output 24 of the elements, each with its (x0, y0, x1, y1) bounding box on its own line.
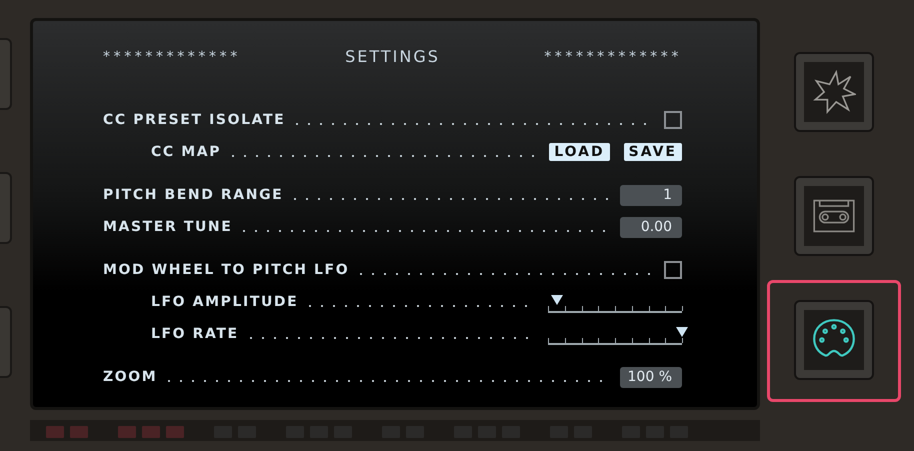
value-field[interactable]: 0.00 (620, 216, 682, 238)
setting-label: MASTER TUNE (103, 219, 232, 235)
text-button[interactable]: SAVE (624, 143, 682, 161)
setting-label: LFO AMPLITUDE (151, 294, 298, 310)
setting-label: MOD WHEEL TO PITCH LFO (103, 262, 350, 278)
value-field[interactable]: 100 % (620, 366, 682, 388)
text-button[interactable]: LOAD (549, 143, 610, 161)
checkbox[interactable] (664, 261, 682, 279)
setting-label: CC MAP (151, 144, 222, 160)
slider-thumb[interactable] (676, 327, 688, 337)
checkbox[interactable] (664, 111, 682, 129)
mode-button[interactable] (796, 178, 872, 254)
setting-label: PITCH BEND RANGE (103, 187, 284, 203)
setting-label: LFO RATE (151, 326, 239, 342)
setting-label: CC PRESET ISOLATE (103, 112, 286, 128)
settings-title: SETTINGS (345, 47, 440, 66)
slider-thumb[interactable] (551, 295, 564, 305)
header-stars: ************* (544, 48, 682, 64)
header-stars: ************* (103, 48, 241, 64)
mode-button[interactable] (796, 302, 872, 378)
setting-label: ZOOM (103, 369, 158, 385)
burst-star-icon (812, 70, 856, 114)
mode-button[interactable] (796, 54, 872, 130)
value-field[interactable]: 1 (620, 184, 682, 206)
